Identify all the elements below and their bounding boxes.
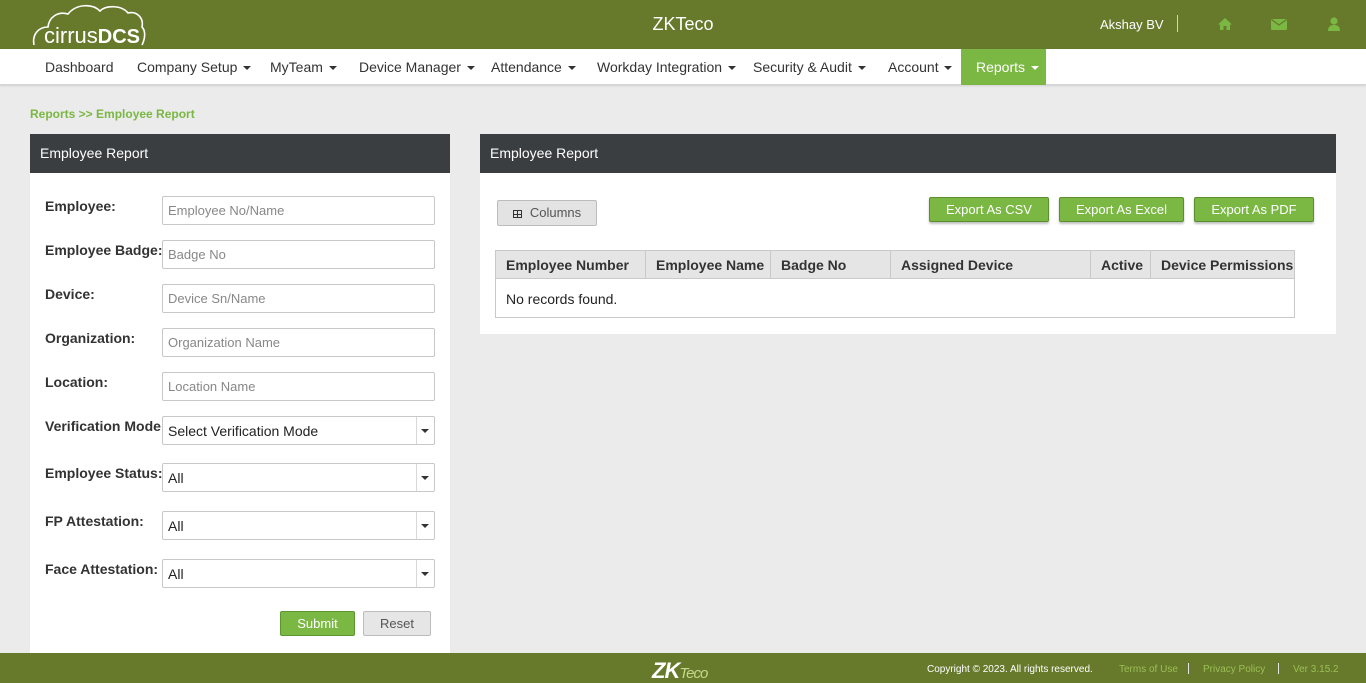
version-text: Ver 3.15.2 bbox=[1293, 664, 1339, 675]
nav-dashboard[interactable]: Dashboard bbox=[30, 49, 129, 85]
caret-down-icon bbox=[466, 66, 475, 71]
user-icon[interactable] bbox=[1325, 15, 1343, 33]
caret-down-icon bbox=[1030, 66, 1039, 71]
reset-button[interactable]: Reset bbox=[363, 611, 431, 636]
col-active[interactable]: Active bbox=[1091, 251, 1151, 279]
nav-device-manager[interactable]: Device Manager bbox=[344, 49, 490, 85]
nav-security-audit[interactable]: Security & Audit bbox=[738, 49, 881, 85]
face-attestation-select[interactable]: All bbox=[162, 559, 435, 588]
nav-workday-integration[interactable]: Workday Integration bbox=[582, 49, 751, 85]
terms-link[interactable]: Terms of Use bbox=[1119, 664, 1178, 675]
verification-mode-select[interactable]: Select Verification Mode bbox=[162, 416, 435, 445]
table-icon bbox=[512, 209, 522, 218]
employee-badge-label: Employee Badge: bbox=[45, 242, 163, 258]
top-header: cirrusDCS ZKTeco Akshay BV bbox=[0, 0, 1366, 49]
caret-down-icon bbox=[567, 66, 576, 71]
face-attestation-value: All bbox=[168, 566, 184, 582]
caret-down-icon bbox=[727, 66, 736, 71]
submit-button[interactable]: Submit bbox=[280, 611, 355, 636]
header-divider bbox=[1177, 15, 1178, 32]
export-pdf-button[interactable]: Export As PDF bbox=[1194, 197, 1314, 222]
nav-attendance[interactable]: Attendance bbox=[476, 49, 591, 85]
col-employee-name[interactable]: Employee Name bbox=[646, 251, 771, 279]
chevron-down-icon[interactable] bbox=[416, 560, 434, 587]
results-panel: Employee Report Columns Export As CSV Ex… bbox=[480, 134, 1336, 334]
device-label: Device: bbox=[45, 286, 95, 302]
filter-panel-title: Employee Report bbox=[30, 134, 450, 173]
nav-account[interactable]: Account bbox=[873, 49, 967, 85]
fp-attestation-label: FP Attestation: bbox=[45, 513, 144, 529]
verification-mode-label: Verification Mode: bbox=[45, 418, 166, 434]
nav-company-setup[interactable]: Company Setup bbox=[122, 49, 266, 85]
caret-down-icon bbox=[944, 66, 953, 71]
fp-attestation-select[interactable]: All bbox=[162, 511, 435, 540]
location-input[interactable] bbox=[162, 372, 435, 401]
logo-text: cirrusDCS bbox=[44, 23, 141, 48]
chevron-down-icon[interactable] bbox=[416, 417, 434, 444]
columns-button[interactable]: Columns bbox=[497, 200, 597, 226]
user-name[interactable]: Akshay BV bbox=[1100, 17, 1164, 32]
verification-mode-value: Select Verification Mode bbox=[168, 423, 319, 439]
employee-label: Employee: bbox=[45, 198, 116, 214]
filter-panel: Employee Report Employee: Employee Badge… bbox=[30, 134, 450, 653]
col-assigned-device[interactable]: Assigned Device bbox=[891, 251, 1091, 279]
employee-status-value: All bbox=[168, 470, 184, 486]
col-device-permissions[interactable]: Device Permissions bbox=[1151, 251, 1295, 279]
breadcrumb[interactable]: Reports >> Employee Report bbox=[30, 107, 195, 121]
empty-message: No records found. bbox=[506, 291, 618, 307]
zkteco-logo: ZKTeco bbox=[652, 658, 708, 683]
main-nav: Dashboard Company Setup MyTeam Device Ma… bbox=[0, 49, 1366, 85]
fp-attestation-value: All bbox=[168, 518, 184, 534]
nav-reports[interactable]: Reports bbox=[961, 49, 1046, 85]
privacy-link[interactable]: Privacy Policy bbox=[1203, 664, 1265, 675]
chevron-down-icon[interactable] bbox=[416, 464, 434, 491]
caret-down-icon bbox=[243, 66, 252, 71]
chevron-down-icon[interactable] bbox=[416, 512, 434, 539]
footer: ZKTeco Copyright © 2023. All rights rese… bbox=[0, 653, 1366, 683]
caret-down-icon bbox=[857, 66, 866, 71]
export-excel-button[interactable]: Export As Excel bbox=[1059, 197, 1184, 222]
caret-down-icon bbox=[328, 66, 337, 71]
organization-input[interactable] bbox=[162, 328, 435, 357]
location-label: Location: bbox=[45, 374, 108, 390]
employee-status-label: Employee Status: bbox=[45, 465, 163, 481]
table-header-row: Employee Number Employee Name Badge No A… bbox=[496, 251, 1294, 279]
employee-status-select[interactable]: All bbox=[162, 463, 435, 492]
device-input[interactable] bbox=[162, 284, 435, 313]
employee-input[interactable] bbox=[162, 196, 435, 225]
home-icon[interactable] bbox=[1216, 15, 1234, 33]
employee-badge-input[interactable] bbox=[162, 240, 435, 269]
col-employee-number[interactable]: Employee Number bbox=[496, 251, 646, 279]
col-badge-no[interactable]: Badge No bbox=[771, 251, 891, 279]
cirrus-dcs-logo[interactable]: cirrusDCS bbox=[32, 3, 147, 48]
organization-label: Organization: bbox=[45, 330, 136, 346]
copyright-text: Copyright © 2023. All rights reserved. bbox=[927, 664, 1093, 675]
face-attestation-label: Face Attestation: bbox=[45, 561, 159, 577]
nav-myteam[interactable]: MyTeam bbox=[255, 49, 352, 85]
table-body: No records found. bbox=[496, 279, 1294, 317]
envelope-icon[interactable] bbox=[1270, 15, 1288, 33]
export-csv-button[interactable]: Export As CSV bbox=[929, 197, 1049, 222]
employee-table: Employee Number Employee Name Badge No A… bbox=[495, 250, 1295, 318]
results-panel-title: Employee Report bbox=[480, 134, 1336, 173]
